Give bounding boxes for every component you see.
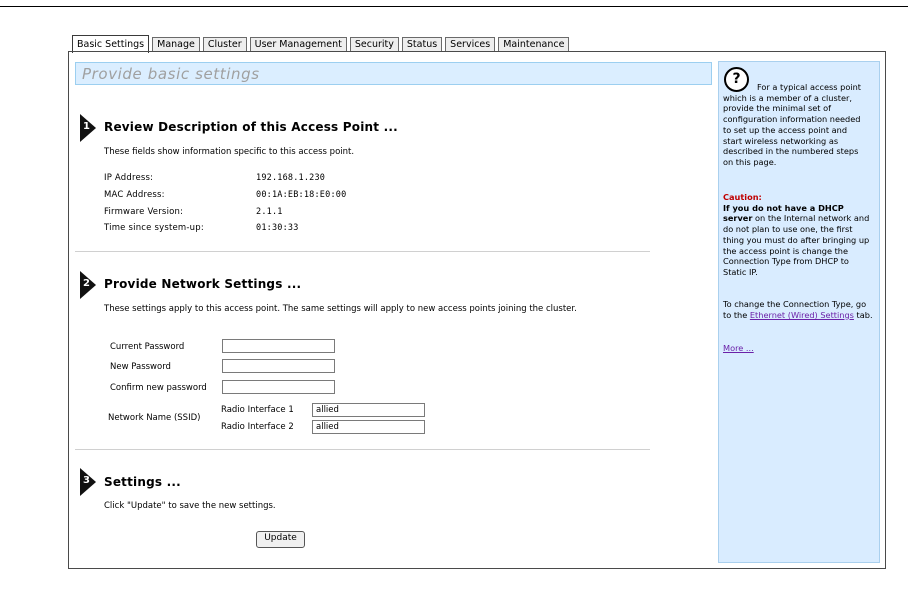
tab-user-management[interactable]: User Management [249, 37, 347, 52]
top-rule [0, 6, 908, 7]
step-2-note: These settings apply to this access poin… [104, 304, 577, 314]
mac-address-label: MAC Address: [104, 190, 165, 200]
uptime-value: 01:30:33 [256, 223, 299, 233]
step-2-marker: 2 [80, 271, 96, 299]
step-3-marker: 3 [80, 468, 96, 496]
ethernet-settings-link[interactable]: Ethernet (Wired) Settings [750, 310, 854, 320]
current-password-field[interactable] [222, 339, 335, 353]
help-panel: ? For a typical access point which is a … [718, 61, 880, 563]
firmware-version-value: 2.1.1 [256, 207, 283, 217]
tab-bar: Basic Settings Manage Cluster User Manag… [72, 34, 572, 53]
section-divider-1 [75, 251, 650, 252]
ssid-radio-2-field[interactable] [312, 420, 425, 434]
step-3-note: Click "Update" to save the new settings. [104, 501, 276, 511]
ssid-radio-1-field[interactable] [312, 403, 425, 417]
confirm-password-field[interactable] [222, 380, 335, 394]
current-password-label: Current Password [110, 342, 185, 352]
page-header: Provide basic settings [75, 62, 712, 85]
new-password-label: New Password [110, 362, 171, 372]
change-text-suffix: tab. [856, 309, 873, 320]
step-3-title: Settings ... [104, 475, 181, 489]
radio-1-label: Radio Interface 1 [221, 405, 294, 415]
help-more: More ... [723, 343, 754, 354]
step-1-marker: 1 [80, 114, 96, 142]
section-divider-2 [75, 449, 650, 450]
update-button[interactable]: Update [256, 531, 305, 548]
help-intro: For a typical access point which is a me… [723, 82, 862, 167]
step-1-title: Review Description of this Access Point … [104, 120, 398, 134]
step-1-note: These fields show information specific t… [104, 147, 355, 157]
tab-security[interactable]: Security [349, 37, 399, 52]
help-change-connection: To change the Connection Type, go to the… [723, 299, 873, 320]
tab-cluster[interactable]: Cluster [202, 37, 247, 52]
more-link[interactable]: More ... [723, 343, 754, 353]
step-2-title: Provide Network Settings ... [104, 277, 302, 291]
mac-address-value: 00:1A:EB:18:E0:00 [256, 190, 347, 200]
ip-address-label: IP Address: [104, 173, 154, 183]
new-password-field[interactable] [222, 359, 335, 373]
tab-maintenance[interactable]: Maintenance [498, 37, 570, 52]
radio-2-label: Radio Interface 2 [221, 422, 294, 432]
ssid-label: Network Name (SSID) [108, 413, 201, 423]
ip-address-value: 192.168.1.230 [256, 173, 326, 183]
help-caution: Caution: If you do not have a DHCP serve… [723, 192, 873, 278]
tab-services[interactable]: Services [445, 37, 496, 52]
page-title: Provide basic settings [82, 65, 260, 83]
tab-status[interactable]: Status [401, 37, 443, 52]
confirm-password-label: Confirm new password [110, 383, 207, 393]
firmware-version-label: Firmware Version: [104, 207, 184, 217]
uptime-label: Time since system-up: [104, 223, 204, 233]
tab-manage[interactable]: Manage [152, 37, 200, 52]
caution-label: Caution: [723, 192, 762, 202]
